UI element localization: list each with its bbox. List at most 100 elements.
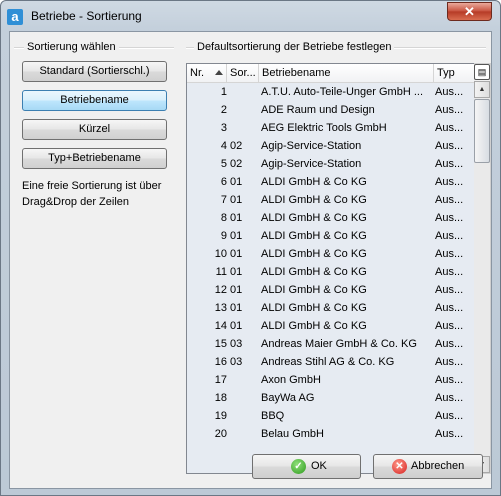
row-betriebename-cell: BayWa AG (261, 392, 315, 404)
row-sortierschluessel-cell: 01 (230, 248, 243, 260)
row-nr-cell: 12 (214, 284, 227, 296)
table-row[interactable]: 14 01 ALDI GmbH & Co KG Aus... (187, 317, 474, 335)
left-group-title: Sortierung wählen (24, 41, 119, 53)
table-row[interactable]: 12 01 ALDI GmbH & Co KG Aus... (187, 281, 474, 299)
table-row[interactable]: 9 01 ALDI GmbH & Co KG Aus... (187, 227, 474, 245)
row-typ-cell: Aus... (435, 410, 464, 422)
ok-button-label: OK (311, 460, 327, 472)
table-row[interactable]: 3 AEG Elektric Tools GmbH Aus... (187, 119, 474, 137)
table-row[interactable]: 4 02 Agip-Service-Station Aus... (187, 137, 474, 155)
row-sortierschluessel-cell: 01 (230, 266, 243, 278)
cancel-button[interactable]: ✕ Abbrechen (373, 454, 483, 479)
row-betriebename-cell: AEG Elektric Tools GmbH (261, 122, 387, 134)
row-sortierschluessel-cell: 03 (230, 338, 243, 350)
table-row[interactable]: 11 01 ALDI GmbH & Co KG Aus... (187, 263, 474, 281)
row-typ-cell: Aus... (435, 320, 464, 332)
row-typ-cell: Aus... (435, 194, 464, 206)
row-betriebename-cell: ALDI GmbH & Co KG (261, 212, 367, 224)
row-typ-cell: Aus... (435, 248, 464, 260)
scroll-up-button[interactable]: ▲ (474, 81, 490, 98)
table-row[interactable]: 10 01 ALDI GmbH & Co KG Aus... (187, 245, 474, 263)
betriebe-grid[interactable]: Nr. Sor... Betriebename Typ 1 A.T.U. Auto… (186, 63, 475, 474)
row-typ-cell: Aus... (435, 122, 464, 134)
row-nr-cell: 13 (214, 302, 227, 314)
table-row[interactable]: 15 03 Andreas Maier GmbH & Co. KG Aus... (187, 335, 474, 353)
sort-typ-betriebename-button[interactable]: Typ+Betriebename (22, 148, 167, 169)
row-betriebename-cell: A.T.U. Auto-Teile-Unger GmbH ... (261, 86, 423, 98)
table-row[interactable]: 2 ADE Raum und Design Aus... (187, 101, 474, 119)
dialog-client-area: Sortierung wählen Standard (Sortierschl.… (9, 31, 492, 489)
table-row[interactable]: 17 Axon GmbH Aus... (187, 371, 474, 389)
row-nr-cell: 9 (220, 230, 227, 242)
close-icon: ✕ (464, 4, 475, 19)
row-typ-cell: Aus... (435, 356, 464, 368)
sort-standard-button[interactable]: Standard (Sortierschl.) (22, 61, 167, 82)
table-row[interactable]: 16 03 Andreas Stihl AG & Co. KG Aus... (187, 353, 474, 371)
grid-header: Nr. Sor... Betriebename Typ (187, 64, 474, 83)
column-chooser-button[interactable]: ▤ (474, 64, 490, 80)
row-nr-cell: 16 (214, 356, 227, 368)
row-betriebename-cell: Andreas Stihl AG & Co. KG (261, 356, 395, 368)
row-typ-cell: Aus... (435, 230, 464, 242)
row-sortierschluessel-cell: 01 (230, 212, 243, 224)
row-sortierschluessel-cell: 01 (230, 320, 243, 332)
row-nr-cell: 18 (214, 392, 227, 404)
scroll-thumb[interactable] (474, 99, 490, 163)
row-nr-cell: 14 (214, 320, 227, 332)
row-nr-cell: 2 (220, 104, 227, 116)
row-typ-cell: Aus... (435, 338, 464, 350)
row-typ-cell: Aus... (435, 212, 464, 224)
row-typ-cell: Aus... (435, 428, 464, 440)
table-row[interactable]: 7 01 ALDI GmbH & Co KG Aus... (187, 191, 474, 209)
table-row[interactable]: 18 BayWa AG Aus... (187, 389, 474, 407)
row-sortierschluessel-cell: 01 (230, 194, 243, 206)
col-header-betriebename[interactable]: Betriebename (259, 64, 434, 82)
arrow-up-icon: ▲ (478, 86, 486, 93)
row-typ-cell: Aus... (435, 302, 464, 314)
row-sortierschluessel-cell: 01 (230, 302, 243, 314)
row-nr-cell: 19 (214, 410, 227, 422)
row-typ-cell: Aus... (435, 104, 464, 116)
ok-button[interactable]: ✓ OK (252, 454, 361, 479)
table-row[interactable]: 6 01 ALDI GmbH & Co KG Aus... (187, 173, 474, 191)
row-nr-cell: 10 (214, 248, 227, 260)
app-icon: a (7, 9, 23, 25)
col-header-typ[interactable]: Typ (434, 64, 474, 82)
row-betriebename-cell: Andreas Maier GmbH & Co. KG (261, 338, 417, 350)
row-nr-cell: 3 (220, 122, 227, 134)
table-row[interactable]: 5 02 Agip-Service-Station Aus... (187, 155, 474, 173)
row-sortierschluessel-cell: 01 (230, 284, 243, 296)
row-nr-cell: 4 (220, 140, 227, 152)
col-header-nr[interactable]: Nr. (187, 64, 227, 82)
row-nr-cell: 8 (220, 212, 227, 224)
table-row[interactable]: 19 BBQ Aus... (187, 407, 474, 425)
title-bar[interactable]: a Betriebe - Sortierung ✕ (1, 1, 500, 31)
table-row[interactable]: 20 Belau GmbH Aus... (187, 425, 474, 443)
row-nr-cell: 5 (220, 158, 227, 170)
table-row[interactable]: 13 01 ALDI GmbH & Co KG Aus... (187, 299, 474, 317)
row-betriebename-cell: ALDI GmbH & Co KG (261, 176, 367, 188)
ok-check-icon: ✓ (291, 459, 306, 474)
row-sortierschluessel-cell: 02 (230, 158, 243, 170)
row-betriebename-cell: ALDI GmbH & Co KG (261, 230, 367, 242)
window-title: Betriebe - Sortierung (31, 9, 142, 23)
sort-betriebename-button[interactable]: Betriebename (22, 90, 167, 111)
row-betriebename-cell: Agip-Service-Station (261, 140, 362, 152)
sort-kuerzel-button[interactable]: Kürzel (22, 119, 167, 140)
row-nr-cell: 11 (215, 266, 227, 278)
row-nr-cell: 7 (220, 194, 227, 206)
close-button[interactable]: ✕ (447, 2, 492, 21)
grid-vertical-scrollbar[interactable]: ▤ ▲ ▼ (474, 63, 491, 474)
row-sortierschluessel-cell: 01 (230, 230, 243, 242)
dialog-window: a Betriebe - Sortierung ✕ Sortierung wäh… (0, 0, 501, 496)
sort-ascending-icon (215, 70, 223, 75)
table-row[interactable]: 8 01 ALDI GmbH & Co KG Aus... (187, 209, 474, 227)
drag-drop-hint: Eine freie Sortierung ist über Drag&Drop… (22, 180, 162, 208)
row-betriebename-cell: BBQ (261, 410, 285, 422)
cancel-x-icon: ✕ (392, 459, 407, 474)
row-nr-cell: 20 (214, 428, 227, 440)
col-header-sortierschluessel[interactable]: Sor... (227, 64, 259, 82)
row-typ-cell: Aus... (435, 140, 464, 152)
table-row[interactable]: 1 A.T.U. Auto-Teile-Unger GmbH ... Aus... (187, 83, 474, 101)
col-header-nr-label: Nr. (190, 67, 205, 79)
